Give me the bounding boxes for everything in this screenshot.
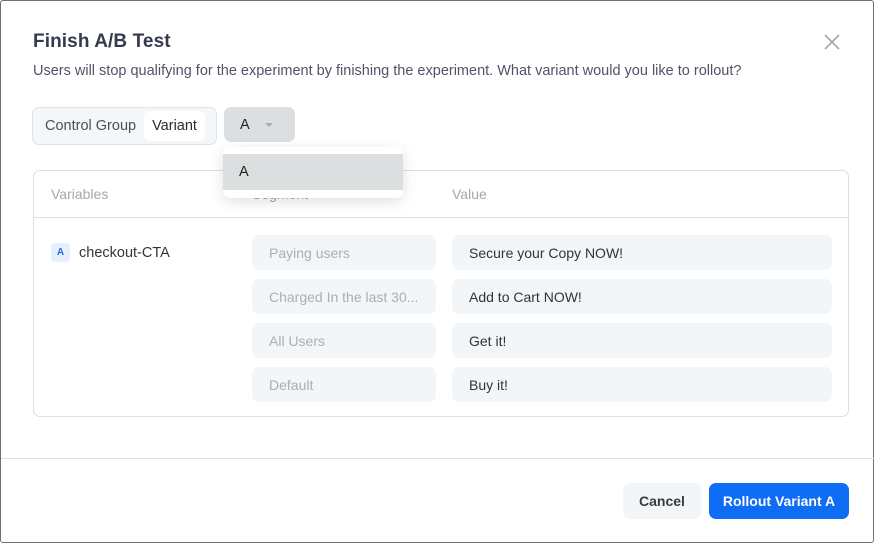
variant-badge: A xyxy=(51,243,70,262)
variables-table: Variables Segment Value A checkout-CTA P… xyxy=(33,170,849,417)
variant-select-value: A xyxy=(240,116,250,133)
segment-cell: Paying users xyxy=(252,235,436,270)
header-value: Value xyxy=(452,186,487,202)
value-cell: Buy it! xyxy=(452,367,832,402)
value-cell: Add to Cart NOW! xyxy=(452,279,832,314)
dialog-subtitle: Users will stop qualifying for the exper… xyxy=(33,63,742,79)
caret-down-icon xyxy=(264,122,273,127)
toggle-control-group[interactable]: Control Group xyxy=(37,111,144,141)
rollout-variant-button[interactable]: Rollout Variant A xyxy=(709,483,849,519)
variable-cell: A checkout-CTA xyxy=(51,243,170,262)
close-icon[interactable] xyxy=(821,31,843,53)
group-toggle: Control Group Variant xyxy=(32,107,217,145)
table-header: Variables Segment Value xyxy=(34,171,848,218)
value-cell: Get it! xyxy=(452,323,832,358)
close-button[interactable] xyxy=(821,31,843,53)
variant-select[interactable]: A xyxy=(224,107,295,142)
toggle-variant[interactable]: Variant xyxy=(144,111,205,141)
segment-cell: Charged In the last 30... xyxy=(252,279,436,314)
variable-name: checkout-CTA xyxy=(79,244,170,261)
segment-cell: All Users xyxy=(252,323,436,358)
cancel-button[interactable]: Cancel xyxy=(623,483,701,519)
finish-ab-test-dialog: Finish A/B Test Users will stop qualifyi… xyxy=(0,0,874,543)
value-cell: Secure your Copy NOW! xyxy=(452,235,832,270)
header-variables: Variables xyxy=(51,186,109,202)
dialog-title: Finish A/B Test xyxy=(33,31,171,52)
variant-dropdown-menu: A xyxy=(223,147,403,198)
dropdown-option-a[interactable]: A xyxy=(223,154,403,190)
segment-cell: Default xyxy=(252,367,436,402)
footer-divider xyxy=(1,458,874,459)
